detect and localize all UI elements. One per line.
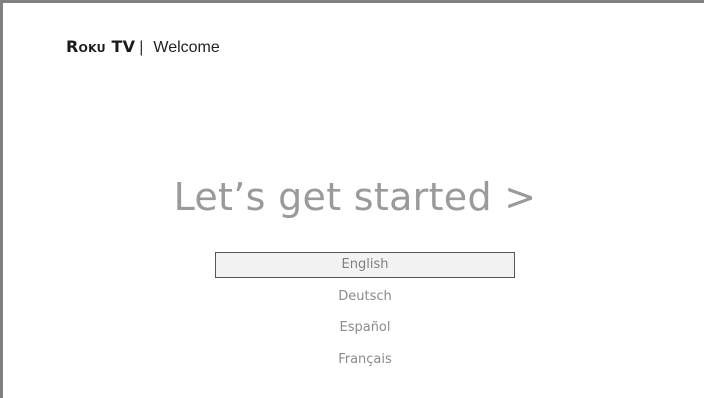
header-divider: | [139,39,144,56]
tv-wordmark: TV [111,37,136,56]
roku-wordmark: Roku [66,37,106,56]
language-option-english[interactable]: English [215,252,515,278]
header: Roku TV | Welcome [66,37,220,57]
language-option-espanol[interactable]: Español [215,315,515,341]
language-list: English Deutsch Español Français [215,252,515,378]
language-option-francais[interactable]: Français [215,347,515,373]
roku-tv-logo: Roku TV [66,37,135,56]
tv-screen: Roku TV | Welcome Let’s get started > En… [0,0,704,398]
get-started-heading: Let’s get started > [173,175,537,219]
language-option-deutsch[interactable]: Deutsch [215,284,515,310]
page-title: Welcome [153,39,220,56]
